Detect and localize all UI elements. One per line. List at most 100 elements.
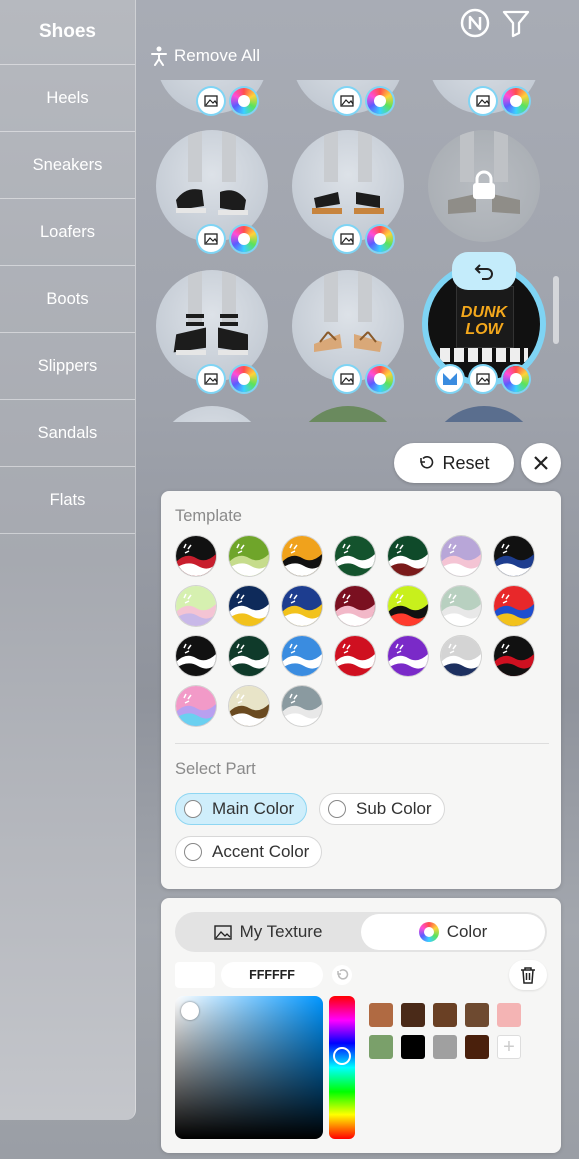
template-swatch[interactable] — [441, 536, 481, 576]
template-swatch[interactable] — [229, 536, 269, 576]
template-swatch[interactable] — [441, 636, 481, 676]
radio-icon — [184, 843, 202, 861]
saturation-handle[interactable] — [181, 1002, 199, 1020]
delete-color-button[interactable] — [509, 960, 547, 990]
texture-badge-icon[interactable] — [198, 366, 224, 392]
template-swatch[interactable] — [229, 586, 269, 626]
grid-scrollbar[interactable] — [553, 276, 559, 344]
color-tabs: My Texture Color — [175, 912, 547, 952]
palette-swatch[interactable] — [433, 1003, 457, 1027]
sidebar-item-slippers[interactable]: Slippers — [0, 333, 135, 400]
divider — [175, 743, 549, 744]
template-swatch[interactable] — [229, 636, 269, 676]
sidebar-item-sandals[interactable]: Sandals — [0, 400, 135, 467]
template-swatch[interactable] — [494, 636, 534, 676]
tab-my-texture-label: My Texture — [239, 922, 323, 941]
part-sub-color[interactable]: Sub Color — [319, 793, 445, 825]
color-badge-icon[interactable] — [231, 366, 257, 392]
part-main-color[interactable]: Main Color — [175, 793, 308, 825]
shoe-item-partial[interactable] — [428, 406, 540, 422]
hue-slider[interactable] — [329, 996, 355, 1139]
close-button[interactable] — [521, 443, 561, 483]
lock-icon — [473, 170, 495, 199]
sidebar-item-loafers[interactable]: Loafers — [0, 199, 135, 266]
shoe-item-partial[interactable] — [292, 406, 404, 422]
template-swatch[interactable] — [335, 586, 375, 626]
sidebar-item-flats[interactable]: Flats — [0, 467, 135, 534]
shoe-item-partial[interactable] — [156, 406, 268, 422]
template-swatch[interactable] — [494, 586, 534, 626]
color-wheel-icon — [418, 922, 439, 942]
template-swatch[interactable] — [282, 636, 322, 676]
color-badge-icon[interactable] — [367, 366, 393, 392]
part-main-label: Main Color — [212, 799, 295, 818]
color-badge-icon[interactable] — [367, 226, 393, 252]
hex-input[interactable]: FFFFFF — [221, 962, 323, 988]
palette-swatch[interactable] — [497, 1003, 521, 1027]
palette-swatch[interactable] — [433, 1035, 457, 1059]
color-badge-icon[interactable] — [503, 366, 529, 392]
color-badge-icon[interactable] — [231, 88, 257, 114]
reset-label: Reset — [442, 452, 490, 473]
template-swatch[interactable] — [388, 536, 428, 576]
color-badge-icon[interactable] — [503, 88, 529, 114]
color-badge-icon[interactable] — [231, 226, 257, 252]
texture-badge-icon[interactable] — [334, 366, 360, 392]
sidebar-item-heels[interactable]: Heels — [0, 64, 135, 132]
add-color-button[interactable]: + — [497, 1035, 521, 1059]
shoe-item-grey-slides-locked[interactable] — [428, 130, 540, 242]
template-swatch[interactable] — [176, 636, 216, 676]
radio-icon — [184, 800, 202, 818]
sidebar-item-boots[interactable]: Boots — [0, 266, 135, 333]
texture-badge-icon[interactable] — [334, 88, 360, 114]
tab-color[interactable]: Color — [361, 914, 545, 950]
template-swatch[interactable] — [229, 686, 269, 726]
template-panel: Template Select Part Main Color Sub Colo… — [161, 491, 561, 889]
template-swatch[interactable] — [176, 586, 216, 626]
texture-badge-icon[interactable] — [470, 88, 496, 114]
part-accent-color[interactable]: Accent Color — [175, 836, 323, 868]
color-badge-icon[interactable] — [367, 88, 393, 114]
template-swatch[interactable] — [176, 686, 216, 726]
template-swatch[interactable] — [441, 586, 481, 626]
revert-icon[interactable] — [331, 964, 353, 986]
palette-swatch[interactable] — [369, 1003, 393, 1027]
radio-icon — [328, 800, 346, 818]
select-part-title: Select Part — [175, 760, 256, 778]
saturation-value-picker[interactable] — [175, 996, 323, 1139]
texture-badge-icon[interactable] — [334, 226, 360, 252]
palette-swatch[interactable] — [465, 1003, 489, 1027]
m-badge-icon[interactable] — [437, 366, 463, 392]
tab-color-label: Color — [446, 922, 488, 941]
template-swatch[interactable] — [176, 536, 216, 576]
texture-badge-icon[interactable] — [470, 366, 496, 392]
remove-all-label: Remove All — [174, 46, 260, 65]
n-circle-icon[interactable] — [460, 8, 490, 38]
hue-handle[interactable] — [333, 1047, 351, 1065]
texture-badge-icon[interactable] — [198, 226, 224, 252]
template-swatch[interactable] — [335, 536, 375, 576]
undo-icon — [474, 264, 493, 280]
texture-badge-icon[interactable] — [198, 88, 224, 114]
palette-swatch[interactable] — [401, 1035, 425, 1059]
reset-icon — [420, 456, 434, 469]
person-icon — [151, 46, 167, 66]
remove-all-button[interactable]: Remove All — [150, 46, 260, 66]
template-swatch[interactable] — [388, 636, 428, 676]
palette-swatch[interactable] — [401, 1003, 425, 1027]
template-swatch[interactable] — [282, 586, 322, 626]
template-swatch[interactable] — [282, 686, 322, 726]
template-swatch[interactable] — [494, 536, 534, 576]
undo-button[interactable] — [452, 252, 516, 290]
shoe-grid: DUNK LOW — [140, 80, 550, 422]
dunk-low-label-line2: LOW — [465, 321, 503, 338]
template-swatch[interactable] — [388, 586, 428, 626]
template-swatch[interactable] — [335, 636, 375, 676]
palette-swatch[interactable] — [369, 1035, 393, 1059]
filter-icon[interactable] — [501, 8, 531, 38]
palette-swatch[interactable] — [465, 1035, 489, 1059]
template-swatch[interactable] — [282, 536, 322, 576]
reset-button[interactable]: Reset — [394, 443, 514, 483]
tab-my-texture[interactable]: My Texture — [177, 914, 359, 950]
sidebar-item-sneakers[interactable]: Sneakers — [0, 132, 135, 199]
